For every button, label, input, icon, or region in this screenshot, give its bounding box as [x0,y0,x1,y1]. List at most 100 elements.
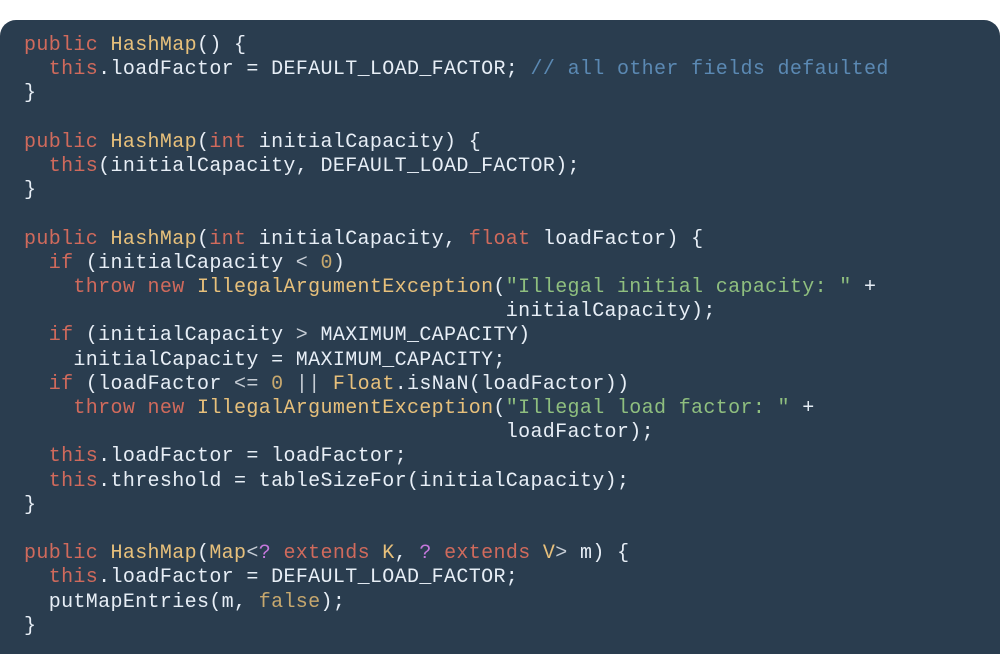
code-token [531,228,543,251]
code-token: Map [209,542,246,565]
code-token: ) [629,421,641,444]
code-token [283,373,295,396]
code-token: loadFactor [506,421,630,444]
code-token: HashMap [110,542,196,565]
code-token [259,58,271,81]
code-token: , [234,591,246,614]
code-token: this [49,470,98,493]
code-token: public [24,542,98,565]
code-token: loadFactor [111,445,235,468]
code-token [24,276,73,299]
code-block: public HashMap() { this.loadFactor = DEF… [0,20,1000,654]
code-token: public [24,131,98,154]
code-token: = [246,566,258,589]
code-token [222,470,234,493]
code-token: if [49,373,74,396]
code-token [308,155,320,178]
code-token: ) [617,373,629,396]
code-token [24,591,49,614]
code-token: loadFactor [111,58,235,81]
code-token: } [24,494,36,517]
code-token: ; [506,58,518,81]
code-token [24,300,506,323]
code-token: ) [605,373,617,396]
code-token: ( [493,397,505,420]
code-token: initialCapacity [259,228,444,251]
code-token [790,397,802,420]
code-token: loadFactor [271,445,395,468]
code-token: . [395,373,407,396]
code-token: ( [197,34,209,57]
code-token: ) [209,34,221,57]
code-token: m [222,591,234,614]
code-token: threshold [111,470,222,493]
code-token [234,58,246,81]
code-token: { [469,131,481,154]
code-token: > [296,324,308,347]
code-token: throw [73,276,135,299]
code-token: public [24,228,98,251]
code-token: initialCapacity [98,252,283,275]
code-token [605,542,617,565]
code-token: float [469,228,531,251]
code-token: IllegalArgumentException [197,397,493,420]
code-token [283,349,295,372]
code-token: , [296,155,308,178]
code-token: ; [642,421,654,444]
code-token: . [98,566,110,589]
code-content: public HashMap() { this.loadFactor = DEF… [24,34,889,638]
code-token [271,542,283,565]
code-token: = [246,58,258,81]
code-token: = [271,349,283,372]
code-token [407,542,419,565]
code-token [321,373,333,396]
code-token: ; [333,591,345,614]
code-token: ) [333,252,345,275]
code-token: loadFactor [481,373,605,396]
code-token: this [49,445,98,468]
code-token: new [148,276,185,299]
code-token [24,566,49,589]
code-token: . [98,445,110,468]
code-token: ) [592,542,604,565]
code-token: public [24,34,98,57]
code-token [370,542,382,565]
code-token [185,276,197,299]
code-token: , [444,228,456,251]
code-token: + [864,276,876,299]
code-token: initialCapacity [111,155,296,178]
code-token [259,373,271,396]
code-token [259,445,271,468]
code-token: ) [555,155,567,178]
code-token [24,349,73,372]
code-token [456,228,468,251]
code-token: ( [98,155,110,178]
code-token [531,542,543,565]
code-token: ; [506,566,518,589]
code-token: ( [197,131,209,154]
code-token [73,324,85,347]
code-token: HashMap [110,228,196,251]
code-token [234,566,246,589]
code-token: 0 [321,252,333,275]
code-token: MAXIMUM_CAPACITY [321,324,519,347]
code-token: tableSizeFor [259,470,407,493]
code-token [246,470,258,493]
code-token [246,228,258,251]
code-token: new [148,397,185,420]
code-token [24,397,73,420]
code-token: extends [444,542,530,565]
code-token: ) [444,131,456,154]
code-token [259,566,271,589]
code-token [24,324,49,347]
code-token [568,542,580,565]
code-token: extends [283,542,369,565]
code-token [222,34,234,57]
code-token: int [209,131,246,154]
code-token: Float [333,373,395,396]
code-token: ; [617,470,629,493]
code-token: , [395,542,407,565]
code-token: ( [469,373,481,396]
code-token [679,228,691,251]
code-token: ( [86,324,98,347]
